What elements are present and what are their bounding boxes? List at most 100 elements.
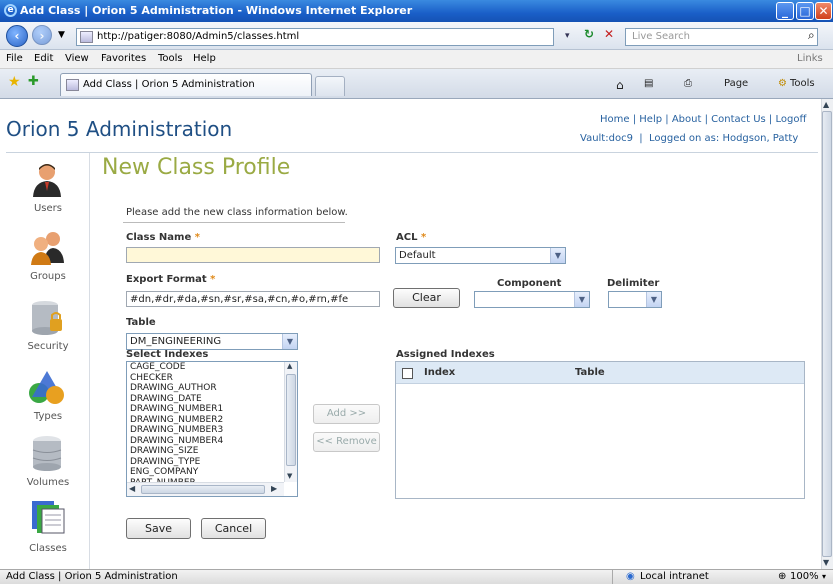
sidebar-item-types[interactable]: Types — [6, 369, 90, 427]
class-name-input[interactable] — [126, 247, 380, 263]
contact-link[interactable]: Contact Us — [711, 114, 766, 125]
sidebar-item-volumes[interactable]: Volumes — [6, 435, 90, 493]
scroll-right-icon[interactable]: ▶ — [271, 484, 277, 493]
delimiter-select[interactable]: ▼ — [608, 291, 662, 308]
address-bar[interactable]: http://patiger:8080/Admin5/classes.html — [76, 28, 554, 46]
scroll-down-icon[interactable]: ▼ — [823, 558, 829, 567]
sidebar-item-classes[interactable]: Classes — [6, 499, 90, 559]
maximize-button[interactable]: □ — [796, 2, 814, 20]
menu-favorites[interactable]: Favorites — [101, 50, 146, 68]
intranet-zone-icon: ◉ — [626, 571, 635, 582]
history-dropdown-icon[interactable]: ▼ — [58, 30, 65, 40]
zoom-level[interactable]: 100% — [790, 570, 819, 584]
component-label: Component — [497, 278, 562, 289]
indexes-vertical-scrollbar[interactable]: ▲ ▼ — [284, 362, 297, 482]
address-url: http://patiger:8080/Admin5/classes.html — [97, 31, 300, 42]
back-button[interactable]: ‹ — [6, 25, 28, 47]
list-item[interactable]: DRAWING_NUMBER2 — [127, 415, 297, 426]
favorites-star-icon[interactable]: ★ — [8, 74, 21, 90]
refresh-icon[interactable]: ↻ — [584, 27, 594, 41]
list-item[interactable]: DRAWING_DATE — [127, 394, 297, 405]
menu-help[interactable]: Help — [193, 50, 216, 68]
stop-icon[interactable]: ✕ — [604, 27, 614, 41]
list-item[interactable]: DRAWING_AUTHOR — [127, 383, 297, 394]
table-label: Table — [126, 317, 156, 328]
list-item[interactable]: DRAWING_NUMBER1 — [127, 404, 297, 415]
component-select[interactable]: ▼ — [474, 291, 590, 308]
print-icon[interactable]: ⎙ — [684, 78, 692, 89]
minimize-button[interactable]: _ — [776, 2, 794, 20]
list-item[interactable]: CHECKER — [127, 373, 297, 384]
class-name-label: Class Name * — [126, 232, 200, 243]
new-tab-button[interactable] — [315, 76, 345, 96]
clear-button[interactable]: Clear — [393, 288, 460, 308]
list-item[interactable]: DRAWING_NUMBER3 — [127, 425, 297, 436]
select-all-checkbox[interactable] — [402, 368, 413, 379]
menu-edit[interactable]: Edit — [34, 50, 53, 68]
add-button[interactable]: Add >> — [313, 404, 380, 424]
home-icon[interactable]: ⌂ — [616, 78, 624, 92]
list-item[interactable]: DRAWING_NUMBER4 — [127, 436, 297, 447]
page-menu[interactable]: Page — [724, 78, 748, 89]
acl-select[interactable]: Default ▼ — [395, 247, 566, 264]
zoom-dropdown-icon[interactable]: ▾ — [822, 570, 826, 584]
menu-tools[interactable]: Tools — [158, 50, 183, 68]
vault-label: Vault:doc9 — [580, 133, 633, 144]
window-title: Add Class | Orion 5 Administration - Win… — [20, 4, 413, 17]
menu-file[interactable]: File — [6, 50, 23, 68]
export-format-input[interactable] — [126, 291, 380, 307]
chevron-down-icon: ▼ — [282, 334, 297, 349]
indexes-scroll-thumb[interactable] — [286, 374, 296, 466]
indexes-horizontal-scrollbar[interactable]: ◀ ▶ — [127, 482, 284, 496]
header-links: Home | Help | About | Contact Us | Logof… — [600, 114, 807, 125]
home-link[interactable]: Home — [600, 114, 630, 125]
search-icon[interactable]: ⌕ — [808, 28, 815, 43]
remove-button[interactable]: << Remove — [313, 432, 380, 452]
delimiter-label: Delimiter — [607, 278, 660, 289]
logged-on-label: Logged on as: Hodgson, Patty — [649, 133, 799, 144]
sidebar-item-security[interactable]: Security — [6, 299, 90, 357]
user-info: Vault:doc9 | Logged on as: Hodgson, Patt… — [580, 133, 799, 144]
acl-value: Default — [399, 250, 436, 261]
forward-button[interactable]: › — [32, 25, 52, 45]
menu-view[interactable]: View — [65, 50, 89, 68]
export-format-label: Export Format * — [126, 274, 216, 285]
indexes-hscroll-thumb[interactable] — [141, 485, 265, 494]
table-select[interactable]: DM_ENGINEERING ▼ — [126, 333, 298, 350]
about-link[interactable]: About — [672, 114, 702, 125]
sidebar-label-groups: Groups — [30, 271, 66, 282]
search-input[interactable]: Live Search — [625, 28, 818, 46]
zone-label: Local intranet — [640, 571, 709, 582]
status-bar: Add Class | Orion 5 Administration ◉ Loc… — [0, 569, 833, 584]
sidebar-item-users[interactable]: Users — [6, 161, 90, 219]
scrollbar-thumb[interactable] — [822, 111, 832, 557]
tab-active[interactable]: Add Class | Orion 5 Administration — [60, 73, 312, 96]
intro-text: Please add the new class information bel… — [126, 207, 348, 218]
list-item[interactable]: ENG_COMPANY — [127, 467, 297, 478]
save-button[interactable]: Save — [126, 518, 191, 539]
links-label[interactable]: Links — [797, 50, 823, 68]
page-icon — [80, 31, 93, 43]
close-window-button[interactable]: ✕ — [815, 2, 832, 20]
sidebar-item-groups[interactable]: Groups — [6, 229, 90, 287]
feeds-icon[interactable]: ▤ — [644, 78, 653, 89]
types-icon — [29, 371, 64, 404]
logoff-link[interactable]: Logoff — [775, 114, 806, 125]
list-item[interactable]: CAGE_CODE — [127, 362, 297, 373]
tools-menu[interactable]: Tools — [790, 78, 815, 89]
cancel-button[interactable]: Cancel — [201, 518, 266, 539]
add-favorites-icon[interactable]: ✚ — [28, 74, 39, 89]
select-indexes-list[interactable]: CAGE_CODE CHECKER DRAWING_AUTHOR DRAWING… — [126, 361, 298, 497]
zoom-icon: ⊕ — [778, 571, 787, 582]
assigned-indexes-table: Index Table — [395, 361, 805, 499]
assigned-indexes-label: Assigned Indexes — [396, 349, 495, 360]
scroll-left-icon[interactable]: ◀ — [129, 484, 135, 493]
list-item[interactable]: DRAWING_SIZE — [127, 446, 297, 457]
address-dropdown-icon[interactable]: ▾ — [565, 31, 570, 41]
help-link[interactable]: Help — [639, 114, 662, 125]
list-item[interactable]: DRAWING_TYPE — [127, 457, 297, 468]
ie-logo-icon: e — [4, 4, 17, 17]
scroll-down-icon[interactable]: ▼ — [287, 472, 292, 480]
scroll-up-icon[interactable]: ▲ — [287, 362, 292, 370]
scroll-up-icon[interactable]: ▲ — [823, 100, 829, 109]
